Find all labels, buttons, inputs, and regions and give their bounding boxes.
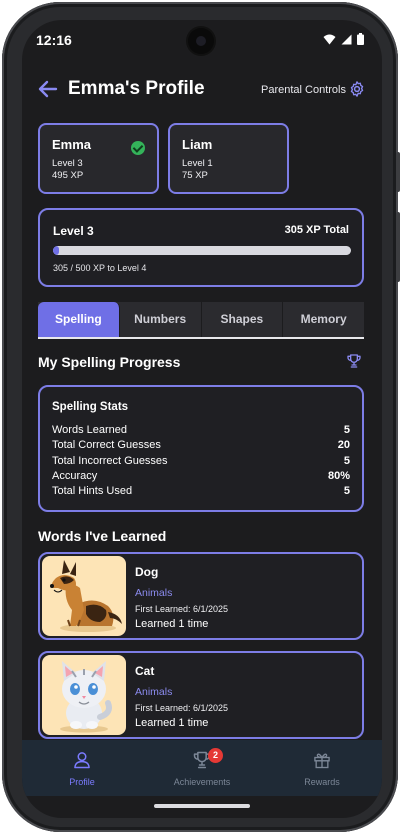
stats-title: Spelling Stats — [52, 401, 129, 413]
nav-achievements[interactable]: 2 Achievements — [142, 740, 262, 796]
stat-value: 20 — [337, 439, 350, 452]
app-screen: 12:16 Emma's Profile Parental Controls E… — [22, 20, 382, 818]
word-card-cat[interactable]: Cat Animals First Learned: 6/1/2025 Lear… — [38, 651, 364, 739]
volume-button — [396, 152, 400, 192]
progress-section-title: My Spelling Progress — [38, 354, 181, 370]
child-name: Liam — [182, 137, 213, 152]
nav-label: Profile — [69, 777, 95, 787]
stat-value: 5 — [343, 485, 350, 498]
user-icon — [74, 752, 90, 769]
nav-profile[interactable]: Profile — [22, 740, 142, 796]
stat-row: Total Hints Used 5 — [52, 484, 350, 499]
status-time: 12:16 — [36, 32, 72, 48]
front-camera — [188, 28, 214, 54]
phone-frame: 12:16 Emma's Profile Parental Controls E… — [2, 2, 400, 832]
child-card-liam[interactable]: Liam Level 1 75 XP — [168, 123, 289, 194]
xp-progress-bar — [53, 246, 351, 255]
stat-label: Total Incorrect Guesses — [52, 454, 168, 467]
bottom-navigation: Profile 2 Achievements Rewards — [22, 740, 382, 796]
word-name: Cat — [135, 664, 155, 678]
cat-illustration — [42, 655, 126, 735]
word-name: Dog — [135, 565, 159, 579]
nav-label: Achievements — [173, 777, 231, 787]
gear-icon[interactable] — [348, 80, 366, 98]
stat-row: Total Correct Guesses 20 — [52, 438, 350, 453]
parental-controls-link[interactable]: Parental Controls — [261, 84, 346, 96]
status-bar: 12:16 — [22, 20, 382, 60]
battery-icon — [357, 33, 364, 45]
stat-label: Total Correct Guesses — [52, 439, 161, 452]
dog-illustration — [42, 556, 126, 636]
tab-numbers[interactable]: Numbers — [120, 302, 202, 337]
tab-memory[interactable]: Memory — [283, 302, 364, 337]
word-category: Animals — [135, 587, 173, 599]
page-title: Emma's Profile — [68, 78, 205, 99]
level-title: Level 3 — [53, 224, 94, 238]
nav-label: Rewards — [304, 777, 340, 787]
wifi-icon — [323, 34, 336, 44]
xp-progress-fill — [53, 246, 59, 255]
tab-shapes[interactable]: Shapes — [202, 302, 284, 337]
app-header: Emma's Profile Parental Controls — [22, 78, 382, 104]
stat-row: Words Learned 5 — [52, 423, 350, 438]
word-category: Animals — [135, 686, 173, 698]
stat-row: Accuracy 80% — [52, 469, 350, 484]
gift-icon — [314, 753, 330, 769]
word-times-learned: Learned 1 time — [135, 717, 209, 729]
word-first-learned: First Learned: 6/1/2025 — [135, 703, 229, 713]
child-level: Level 3 — [52, 158, 83, 169]
check-circle-icon — [131, 141, 145, 155]
stat-value: 5 — [343, 424, 350, 436]
stat-value: 5 — [343, 454, 350, 467]
child-card-emma[interactable]: Emma Level 3 495 XP — [38, 123, 159, 194]
word-card-dog[interactable]: Dog Animals First Learned: 6/1/2025 Lear… — [38, 552, 364, 640]
words-section-title: Words I've Learned — [38, 528, 167, 544]
nav-rewards[interactable]: Rewards — [262, 740, 382, 796]
tab-spelling[interactable]: Spelling — [38, 302, 120, 337]
stat-label: Accuracy — [52, 469, 98, 482]
back-arrow-icon[interactable] — [38, 80, 58, 98]
spelling-stats-card: Spelling Stats Words Learned 5 Total Corr… — [38, 385, 364, 512]
stat-value: 80% — [327, 469, 350, 482]
stat-label: Total Hints Used — [52, 485, 133, 498]
status-icons — [323, 33, 364, 45]
trophy-icon[interactable] — [346, 353, 362, 369]
signal-icon — [341, 34, 352, 44]
word-times-learned: Learned 1 time — [135, 618, 209, 630]
level-card: Level 3 305 XP Total 305 / 500 XP to Lev… — [38, 208, 364, 287]
stat-row: Total Incorrect Guesses 5 — [52, 454, 350, 469]
child-xp: 75 XP — [182, 170, 208, 181]
home-indicator[interactable] — [154, 804, 250, 808]
category-tabs: Spelling Numbers Shapes Memory — [38, 302, 364, 339]
child-level: Level 1 — [182, 158, 213, 169]
stat-label: Words Learned — [52, 424, 128, 436]
child-xp: 495 XP — [52, 170, 84, 181]
achievements-badge: 2 — [208, 748, 223, 763]
word-first-learned: First Learned: 6/1/2025 — [135, 604, 229, 614]
power-button — [396, 212, 400, 282]
level-total-xp: 305 XP Total — [284, 224, 349, 236]
level-progress-text: 305 / 500 XP to Level 4 — [53, 263, 147, 273]
